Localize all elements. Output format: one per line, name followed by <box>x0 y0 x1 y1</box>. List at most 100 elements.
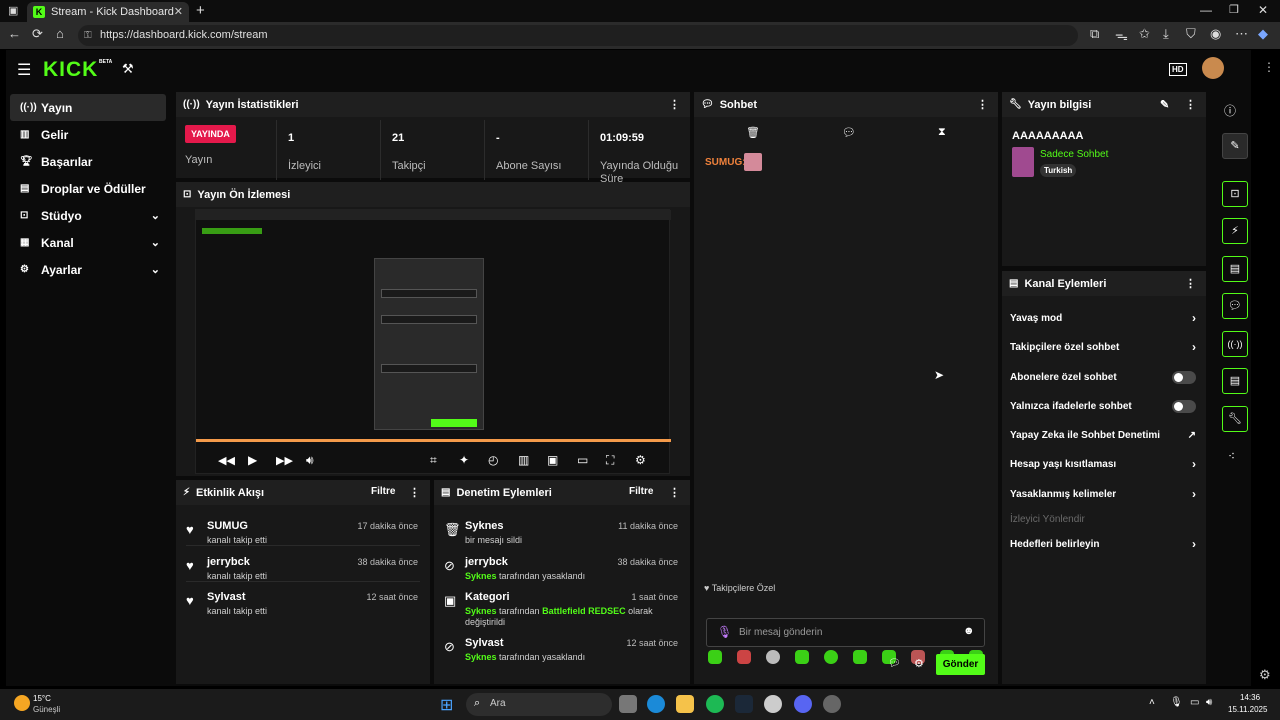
emote[interactable] <box>853 650 867 664</box>
emote[interactable] <box>824 650 838 664</box>
more-options-icon[interactable]: ⋮ <box>1185 277 1196 290</box>
chat-button[interactable]: 💬︎ <box>1222 293 1248 319</box>
edit-icon[interactable]: ✎ <box>1160 98 1169 111</box>
refresh-icon[interactable]: ⟳ <box>32 26 43 42</box>
microphone-tray-icon[interactable]: 🎙︎ <box>1170 697 1183 708</box>
filter-button[interactable]: Filtre <box>629 486 653 497</box>
home-icon[interactable]: ⌂ <box>56 26 64 41</box>
document-button[interactable]: ▤ <box>1222 256 1248 282</box>
trash-icon[interactable]: 🗑︎ <box>746 126 760 139</box>
crop-icon[interactable]: ⌗ <box>430 453 437 468</box>
app-icon[interactable] <box>764 695 782 713</box>
broadcast-button[interactable]: ((·)) <box>1222 331 1248 357</box>
emote[interactable] <box>766 650 780 664</box>
emote[interactable] <box>737 650 751 664</box>
chat-bubble-icon[interactable]: 💬︎ <box>842 126 856 139</box>
chat-username[interactable]: SUMUG: <box>705 157 746 168</box>
studio-button[interactable]: ⊡ <box>1222 181 1248 207</box>
wrench-button[interactable]: 🔧︎ <box>1222 406 1248 432</box>
video-player[interactable]: ◀◀ ▶ ▶▶ 🔊︎ ⌗ ✦ ◴ ▥ ▣ ▭ ⛶ ⚙ <box>195 209 671 474</box>
banned-words-action[interactable]: Yasaklanmış kelimeler › <box>1010 483 1196 505</box>
kick-logo[interactable]: KICK <box>43 58 98 82</box>
play-icon[interactable]: ▶ <box>248 453 257 467</box>
taskbar-search[interactable]: ⌕ Ara <box>466 693 612 716</box>
bolt-button[interactable]: ⚡︎ <box>1222 218 1248 244</box>
followers-only-action[interactable]: Takipçilere özel sohbet › <box>1010 336 1196 358</box>
pip-icon[interactable]: ▣ <box>547 453 558 467</box>
copilot-icon[interactable]: ◆ <box>1258 26 1268 42</box>
theater-icon[interactable]: ▭ <box>577 453 588 467</box>
emotes-only-toggle[interactable] <box>1172 399 1196 413</box>
ai-moderation-action[interactable]: Yapay Zeka ile Sohbet Denetimi ↗ <box>1010 424 1196 446</box>
fullscreen-icon[interactable]: ⛶ <box>606 453 614 468</box>
emote[interactable] <box>708 650 722 664</box>
url-input[interactable]: ⚿ https://dashboard.kick.com/stream <box>78 25 1078 46</box>
new-tab-icon[interactable]: + <box>196 2 205 19</box>
sidebar-item-achievements[interactable]: 🏆︎ Başarılar <box>10 148 172 175</box>
app-icon[interactable] <box>823 695 841 713</box>
account-age-action[interactable]: Hesap yaşı kısıtlaması › <box>1010 453 1196 475</box>
close-tab-icon[interactable]: ✕ <box>174 5 183 18</box>
restore-icon[interactable]: ❐ <box>1229 3 1239 16</box>
browser-tab[interactable]: K Stream - Kick Dashboard ✕ <box>27 2 189 22</box>
more-options-icon[interactable]: ⋮ <box>409 486 420 499</box>
discord-icon[interactable] <box>794 695 812 713</box>
forward-icon[interactable]: ▶▶ <box>276 454 293 467</box>
minimize-icon[interactable]: — <box>1200 3 1212 17</box>
tray-chevron-icon[interactable]: ˄ <box>1149 697 1155 708</box>
pin-icon[interactable]: ⚒ <box>122 61 134 77</box>
edge-icon[interactable] <box>647 695 665 713</box>
close-window-icon[interactable]: ✕ <box>1258 3 1268 17</box>
timer-icon[interactable]: ◴ <box>488 453 498 467</box>
gear-icon[interactable]: ⚙ <box>914 657 924 670</box>
emoji-icon[interactable]: ☻ <box>963 625 975 637</box>
more-icon[interactable]: ⋯ <box>1235 26 1248 42</box>
rewind-icon[interactable]: ◀◀ <box>218 454 235 467</box>
tab-actions-icon[interactable]: ▣ <box>8 4 18 17</box>
edit-button[interactable]: ✎ <box>1222 133 1248 159</box>
profile-icon[interactable]: ◉ <box>1210 26 1221 42</box>
volume-icon[interactable]: 🔊︎ <box>306 453 314 468</box>
apps-icon[interactable]: ⁖ <box>1228 449 1235 463</box>
extensions-icon[interactable]: ⧉ <box>1090 26 1099 42</box>
sidebar-item-revenue[interactable]: ▥ Gelir <box>10 121 172 148</box>
info-icon[interactable]: ⓘ <box>1224 102 1236 119</box>
sidebar-item-settings[interactable]: ⚙ Ayarlar ⌄ <box>10 256 166 283</box>
steam-icon[interactable] <box>735 695 753 713</box>
volume-tray-icon[interactable]: 🔊︎ <box>1206 697 1212 708</box>
clock-time[interactable]: 14:36 <box>1240 693 1260 702</box>
sidebar-item-channel[interactable]: ▦ Kanal ⌄ <box>10 229 166 256</box>
task-view-icon[interactable] <box>619 695 637 713</box>
windows-start-icon[interactable]: ⊞ <box>440 695 453 715</box>
shield-icon[interactable]: ⛉ <box>1186 26 1196 42</box>
slow-mode-action[interactable]: Yavaş mod › <box>1010 307 1196 329</box>
microphone-icon[interactable]: 🎙︎ <box>717 625 732 639</box>
category-link[interactable]: Sadece Sohbet <box>1040 149 1108 160</box>
sidebar-item-drops[interactable]: ▤ Droplar ve Ödüller <box>10 175 172 202</box>
spotify-icon[interactable] <box>706 695 724 713</box>
progress-bar[interactable] <box>196 439 671 442</box>
subscribers-only-toggle[interactable] <box>1172 370 1196 384</box>
emote[interactable] <box>795 650 809 664</box>
menu-icon[interactable]: ☰ <box>17 60 31 80</box>
settings-icon[interactable]: ⚙ <box>635 453 646 467</box>
set-goals-action[interactable]: Hedefleri belirleyin › <box>1010 533 1196 555</box>
clock-date[interactable]: 15.11.2025 <box>1228 705 1267 714</box>
more-options-icon[interactable]: ⋮ <box>977 98 988 111</box>
avatar[interactable] <box>1202 57 1224 79</box>
weather-icon[interactable] <box>14 695 30 711</box>
back-icon[interactable]: ← <box>8 26 21 41</box>
send-button[interactable]: Gönder <box>936 654 985 675</box>
network-icon[interactable]: ▭ <box>1190 697 1199 708</box>
browser-sidebar-more-icon[interactable]: ⋮ <box>1263 60 1275 74</box>
tracking-icon[interactable]: ᯓ <box>1115 26 1128 44</box>
chat-input[interactable]: 🎙︎ Bir mesaj gönderin ☻ <box>706 618 985 647</box>
more-options-icon[interactable]: ⋮ <box>1185 98 1196 111</box>
favorites-icon[interactable]: ✩ <box>1139 26 1150 42</box>
more-options-icon[interactable]: ⋮ <box>669 486 680 499</box>
chat-settings-bubble-icon[interactable]: 💬︎ <box>888 658 901 669</box>
sparkle-icon[interactable]: ✦ <box>459 453 469 467</box>
file-explorer-icon[interactable] <box>676 695 694 713</box>
browser-settings-icon[interactable]: ⚙ <box>1259 667 1271 683</box>
sidebar-item-studio[interactable]: ⊡ Stüdyo ⌄ <box>10 202 166 229</box>
